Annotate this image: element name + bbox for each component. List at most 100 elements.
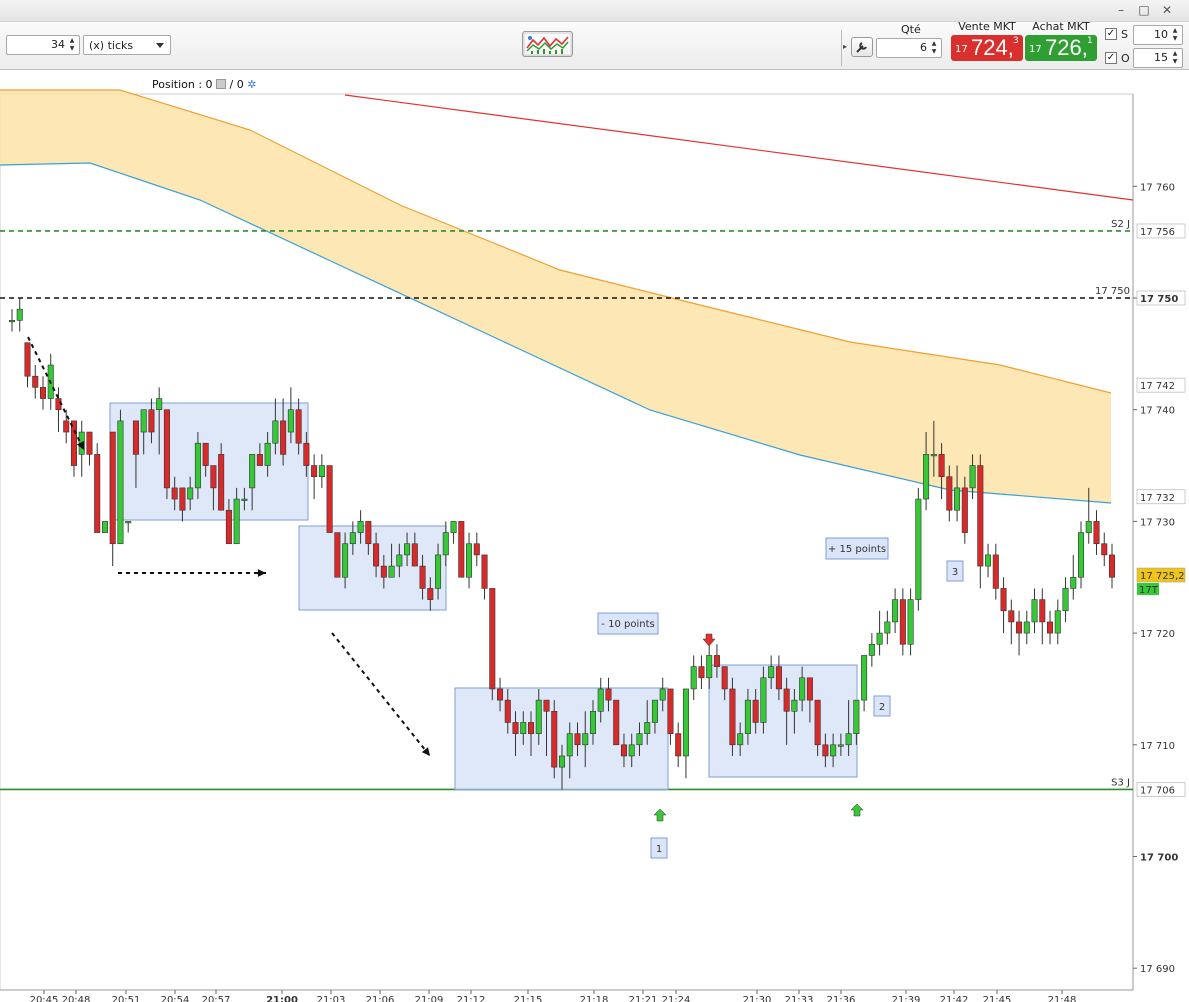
- candle[interactable]: [892, 599, 899, 623]
- candle[interactable]: [380, 565, 387, 578]
- candle[interactable]: [1016, 621, 1023, 634]
- candle[interactable]: [1039, 599, 1046, 623]
- candle[interactable]: [961, 487, 968, 533]
- candle[interactable]: [977, 465, 984, 567]
- candle[interactable]: [466, 543, 473, 578]
- candle[interactable]: [435, 554, 442, 589]
- candle[interactable]: [86, 431, 93, 455]
- objective-checkbox[interactable]: ✓: [1105, 52, 1117, 64]
- candle[interactable]: [636, 733, 643, 746]
- candle[interactable]: [427, 588, 434, 600]
- candle[interactable]: [264, 442, 271, 466]
- candle[interactable]: [249, 454, 256, 489]
- candle[interactable]: [884, 621, 891, 634]
- candle[interactable]: [218, 454, 225, 511]
- interval-stepper[interactable]: 34 ▲ ▼: [6, 35, 80, 55]
- candle[interactable]: [791, 699, 798, 712]
- candle[interactable]: [94, 454, 101, 533]
- candle[interactable]: [729, 688, 736, 746]
- candle[interactable]: [737, 733, 744, 746]
- candle[interactable]: [938, 454, 945, 478]
- candle[interactable]: [241, 498, 248, 501]
- candle[interactable]: [799, 677, 806, 701]
- candle[interactable]: [806, 677, 813, 701]
- candle[interactable]: [868, 643, 875, 656]
- candle[interactable]: [101, 521, 108, 533]
- candle[interactable]: [318, 465, 325, 478]
- candle[interactable]: [357, 521, 364, 533]
- candle[interactable]: [837, 744, 844, 747]
- candle[interactable]: [295, 409, 302, 444]
- candle[interactable]: [698, 666, 705, 679]
- candle[interactable]: [675, 733, 682, 757]
- candle[interactable]: [404, 543, 411, 556]
- candle[interactable]: [497, 688, 504, 701]
- candle[interactable]: [744, 699, 751, 734]
- candle[interactable]: [845, 733, 852, 746]
- candle[interactable]: [605, 688, 612, 701]
- candle[interactable]: [504, 699, 511, 723]
- stepper-arrows-icon[interactable]: ▲ ▼: [929, 40, 939, 56]
- candle[interactable]: [582, 733, 589, 746]
- objective-stepper[interactable]: 15 ▲ ▼: [1133, 48, 1183, 68]
- candle[interactable]: [1031, 599, 1038, 623]
- candle[interactable]: [930, 454, 937, 457]
- candle[interactable]: [644, 722, 651, 734]
- candle[interactable]: [117, 420, 124, 545]
- candle[interactable]: [946, 476, 953, 511]
- candle[interactable]: [574, 733, 581, 746]
- buy-price[interactable]: 17 726, 1: [1025, 35, 1097, 61]
- candle[interactable]: [388, 565, 395, 578]
- plot-area[interactable]: [0, 93, 1134, 991]
- candle[interactable]: [179, 487, 186, 511]
- candle[interactable]: [535, 699, 542, 734]
- candle[interactable]: [16, 308, 23, 321]
- candle[interactable]: [899, 599, 906, 645]
- candle[interactable]: [1093, 521, 1100, 545]
- candle[interactable]: [303, 442, 310, 466]
- candle[interactable]: [194, 442, 201, 489]
- candle[interactable]: [125, 521, 132, 524]
- candle[interactable]: [1054, 610, 1061, 634]
- candle[interactable]: [783, 688, 790, 712]
- candle[interactable]: [768, 666, 775, 679]
- candle[interactable]: [1008, 610, 1015, 623]
- candle[interactable]: [1078, 532, 1085, 578]
- candle[interactable]: [411, 543, 418, 567]
- candle[interactable]: [8, 320, 16, 323]
- candle[interactable]: [992, 554, 999, 589]
- candle[interactable]: [140, 409, 147, 433]
- candle[interactable]: [1070, 576, 1077, 589]
- candle[interactable]: [853, 699, 860, 734]
- stepper-arrows-icon[interactable]: ▲ ▼: [67, 37, 77, 53]
- candle[interactable]: [148, 409, 155, 433]
- candle[interactable]: [450, 521, 457, 533]
- stepper-arrows-icon[interactable]: ▲ ▼: [1170, 27, 1180, 43]
- candle[interactable]: [349, 532, 356, 545]
- candle[interactable]: [132, 420, 139, 455]
- candle[interactable]: [481, 554, 488, 589]
- candle[interactable]: [597, 688, 604, 712]
- candle[interactable]: [520, 722, 527, 734]
- candle[interactable]: [458, 521, 465, 578]
- candle[interactable]: [396, 554, 403, 567]
- candle[interactable]: [202, 442, 209, 466]
- stepper-arrows-icon[interactable]: ▲ ▼: [1170, 50, 1180, 66]
- candle[interactable]: [543, 699, 550, 712]
- panel-collapse-handle[interactable]: ▸: [841, 30, 849, 66]
- candle[interactable]: [613, 699, 620, 746]
- candle[interactable]: [373, 543, 380, 567]
- candle[interactable]: [907, 599, 914, 645]
- minimize-icon[interactable]: –: [1114, 3, 1128, 17]
- sell-price[interactable]: 17 724, 3: [951, 35, 1023, 61]
- candle[interactable]: [760, 677, 767, 723]
- candle[interactable]: [667, 688, 674, 734]
- candle[interactable]: [1101, 543, 1108, 556]
- candle[interactable]: [558, 755, 566, 768]
- candle[interactable]: [721, 666, 728, 690]
- candle[interactable]: [775, 666, 782, 690]
- candle[interactable]: [1062, 588, 1069, 612]
- candle[interactable]: [566, 733, 573, 757]
- candle[interactable]: [651, 699, 658, 723]
- candle[interactable]: [326, 465, 333, 533]
